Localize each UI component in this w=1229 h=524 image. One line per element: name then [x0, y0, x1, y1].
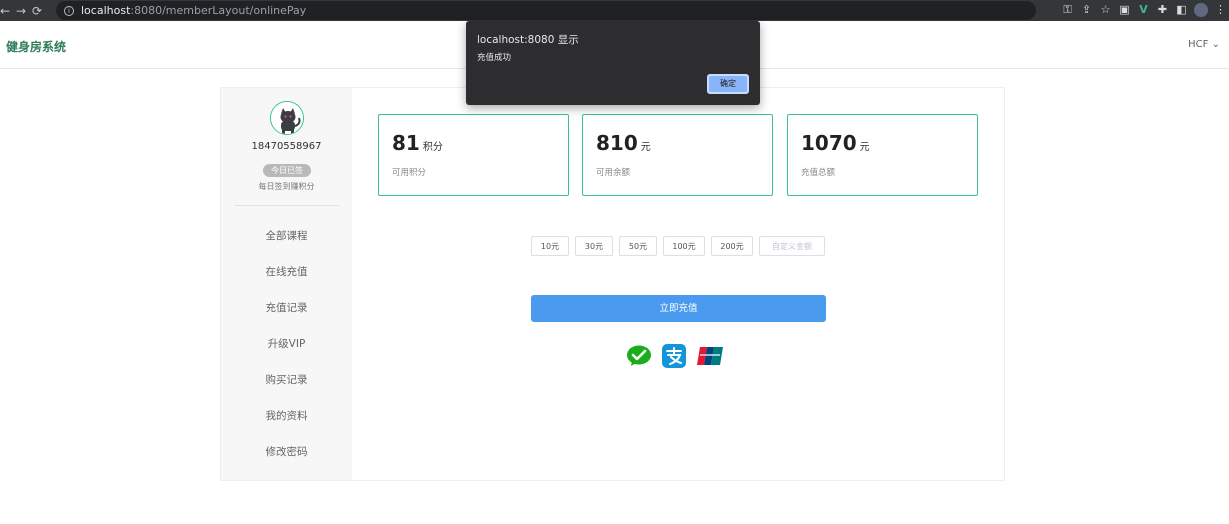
amount-option-50[interactable]: 50元 — [619, 236, 657, 256]
address-bar[interactable]: i localhost:8080/memberLayout/onlinePay — [56, 1, 1036, 20]
dialog-ok-button[interactable]: 确定 — [707, 74, 749, 94]
brand-title[interactable]: 健身房系统 — [6, 38, 66, 55]
extension-box-icon[interactable]: ▣ — [1118, 2, 1131, 18]
avatar — [270, 101, 304, 135]
sidebar-item-upgrade-vip[interactable]: 升级VIP — [221, 326, 352, 362]
sidebar-item-change-password[interactable]: 修改密码 — [221, 434, 352, 470]
back-icon[interactable]: ← — [0, 4, 13, 18]
member-card: 18470558967 今日已签 每日签到赚积分 全部课程 在线充值 充值记录 … — [220, 87, 1005, 481]
more-icon[interactable]: ⋮ — [1214, 2, 1227, 18]
sign-in-tip: 每日签到赚积分 — [258, 182, 315, 191]
forward-icon[interactable]: → — [13, 4, 29, 18]
divider — [235, 205, 339, 206]
sidebar-item-online-pay[interactable]: 在线充值 — [221, 254, 352, 290]
vue-devtools-icon[interactable]: V — [1137, 2, 1150, 18]
dialog-title: localhost:8080 显示 — [477, 34, 579, 46]
amount-option-200[interactable]: 200元 — [711, 236, 753, 256]
stat-total-recharge: 1070 元 充值总额 — [787, 114, 978, 196]
stat-unit: 积分 — [422, 142, 443, 153]
chevron-down-icon: ⌄ — [1211, 39, 1220, 50]
sidebar: 18470558967 今日已签 每日签到赚积分 全部课程 在线充值 充值记录 … — [221, 88, 352, 480]
stat-label: 充值总额 — [801, 168, 836, 178]
sidepanel-icon[interactable]: ◧ — [1175, 2, 1188, 18]
key-icon[interactable]: ⚿ — [1061, 2, 1074, 18]
alert-dialog: localhost:8080 显示 充值成功 确定 — [466, 21, 760, 105]
url-text: localhost:8080/memberLayout/onlinePay — [81, 4, 307, 17]
username: HCF — [1188, 39, 1209, 50]
puzzle-icon[interactable]: ✚ — [1156, 2, 1169, 18]
alipay-icon[interactable] — [662, 344, 686, 368]
stat-label: 可用余额 — [596, 168, 631, 178]
stat-balance: 810 元 可用余额 — [582, 114, 773, 196]
unionpay-icon[interactable] — [696, 346, 724, 366]
recharge-now-button[interactable]: 立即充值 — [531, 295, 826, 322]
star-icon[interactable]: ☆ — [1099, 2, 1112, 18]
sidebar-item-all-courses[interactable]: 全部课程 — [221, 218, 352, 254]
stat-value: 1070 — [801, 131, 857, 155]
phone-number: 18470558967 — [251, 141, 322, 152]
amount-option-10[interactable]: 10元 — [531, 236, 569, 256]
profile-icon[interactable] — [1194, 3, 1208, 17]
dialog-message: 充值成功 — [477, 53, 512, 63]
sidebar-menu: 全部课程 在线充值 充值记录 升级VIP 购买记录 我的资料 修改密码 — [221, 218, 352, 470]
amount-option-30[interactable]: 30元 — [575, 236, 613, 256]
wechat-pay-icon[interactable] — [626, 345, 652, 367]
stat-value: 810 — [596, 131, 638, 155]
stat-label: 可用积分 — [392, 168, 427, 178]
browser-toolbar: ← → ⟳ i localhost:8080/memberLayout/onli… — [0, 0, 1229, 21]
amount-options: 10元 30元 50元 100元 200元 自定义金额 — [531, 236, 825, 256]
stat-unit: 元 — [859, 142, 870, 153]
sidebar-item-my-profile[interactable]: 我的资料 — [221, 398, 352, 434]
stat-value: 81 — [392, 131, 420, 155]
reload-icon[interactable]: ⟳ — [29, 4, 45, 18]
share-icon[interactable]: ⇪ — [1080, 2, 1093, 18]
amount-option-100[interactable]: 100元 — [663, 236, 705, 256]
custom-amount-input[interactable]: 自定义金额 — [759, 236, 825, 256]
sidebar-item-purchase-records[interactable]: 购买记录 — [221, 362, 352, 398]
stat-points: 81 积分 可用积分 — [378, 114, 569, 196]
cat-avatar-icon — [271, 102, 303, 134]
user-dropdown[interactable]: HCF ⌄ — [1188, 39, 1220, 50]
stat-unit: 元 — [640, 142, 651, 153]
sign-in-badge[interactable]: 今日已签 — [263, 164, 311, 177]
payment-methods — [626, 344, 724, 368]
sidebar-item-recharge-records[interactable]: 充值记录 — [221, 290, 352, 326]
info-icon[interactable]: i — [64, 5, 74, 16]
